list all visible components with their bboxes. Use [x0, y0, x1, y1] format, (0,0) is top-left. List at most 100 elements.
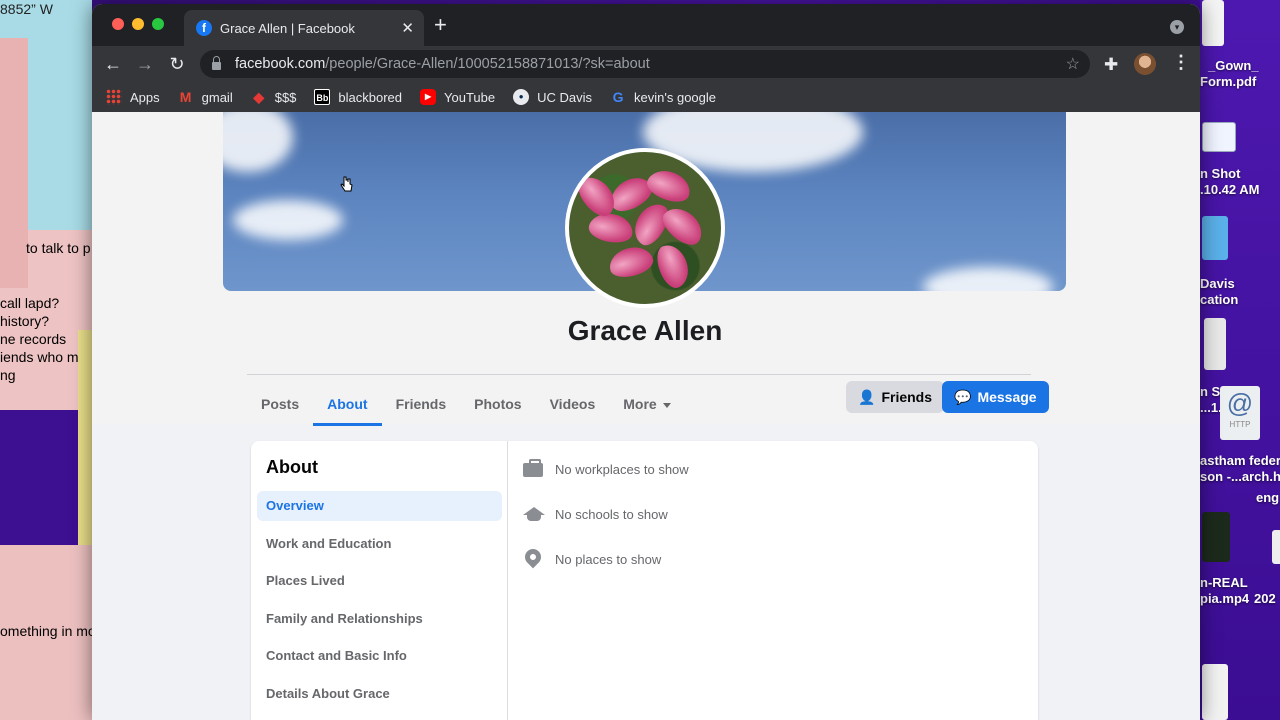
bookmark-youtube[interactable]: ▶ YouTube: [420, 89, 495, 105]
screenshot-icon[interactable]: [1202, 122, 1236, 152]
bookmark-apps[interactable]: Apps: [106, 89, 160, 105]
profile-tabs: Posts About Friends Photos Videos More: [247, 378, 685, 426]
tab-more-label: More: [623, 396, 657, 412]
note-line: ne records: [0, 331, 67, 347]
file-icon[interactable]: [1272, 530, 1280, 564]
about-menu-details[interactable]: Details About Grace: [257, 679, 502, 709]
tab-posts[interactable]: Posts: [247, 378, 313, 424]
bookmark-ucdavis[interactable]: ● UC Davis: [513, 89, 592, 105]
about-title: About: [266, 457, 318, 477]
tab-close-icon[interactable]: ✕: [401, 19, 414, 37]
bookmark-label: Apps: [130, 89, 160, 105]
extensions-puzzle-icon[interactable]: ✚: [1104, 55, 1118, 75]
hand-cursor-icon: [340, 176, 353, 192]
note-line: history?: [0, 313, 50, 329]
desktop-file-label: Davis: [1200, 276, 1235, 291]
forward-arrow-icon[interactable]: →: [134, 53, 156, 75]
bookmark-blackbored[interactable]: Bb blackbored: [314, 89, 402, 105]
bookmark-gmail[interactable]: Mgmail: [178, 89, 233, 105]
tab-bar: f Grace Allen | Facebook ✕ + ▾: [92, 4, 1200, 46]
bookmarks-bar: Apps Mgmail ◆ $$$ Bb blackbored ▶ YouTube ●…: [92, 82, 1200, 112]
tab-facebook[interactable]: f Grace Allen | Facebook ✕: [184, 10, 424, 46]
tab-friends[interactable]: Friends: [382, 378, 461, 424]
video-file-icon[interactable]: [1202, 512, 1230, 562]
profile-header: Grace Allen Posts About Friends Photos V…: [92, 112, 1200, 426]
profile-picture[interactable]: [565, 148, 725, 308]
reload-icon[interactable]: ↻: [166, 53, 188, 75]
about-card: About Overview Work and Education Places…: [251, 441, 1038, 720]
sticky-note-yellow: [78, 330, 92, 545]
image-file-icon[interactable]: [1204, 318, 1226, 370]
tab-photos[interactable]: Photos: [460, 378, 535, 424]
flower-petal: [652, 240, 694, 292]
cloud: [233, 200, 343, 240]
about-menu-family[interactable]: Family and Relationships: [257, 604, 502, 634]
address-bar[interactable]: facebook.com/people/Grace-Allen/10005215…: [200, 50, 1090, 78]
close-window-button[interactable]: [112, 18, 124, 30]
flower-petal: [606, 242, 656, 282]
note-line: to talk to p: [26, 240, 91, 256]
info-row-work: No workplaces to show: [522, 455, 689, 483]
note-line: call lapd?: [0, 295, 60, 311]
browser-toolbar: ← → ↻ facebook.com/people/Grace-Allen/10…: [92, 46, 1200, 82]
note-line: omething in mo: [0, 623, 96, 639]
desktop-file-label: n-REAL: [1200, 575, 1248, 590]
graduation-cap-icon: [522, 503, 545, 525]
bookmark-star-icon[interactable]: ☆: [1066, 54, 1080, 74]
info-text: No schools to show: [555, 506, 668, 522]
bookmark-google[interactable]: Gkevin's google: [610, 89, 716, 105]
profile-name: Grace Allen: [567, 315, 723, 346]
new-tab-button[interactable]: +: [434, 14, 447, 36]
info-row-places: No places to show: [521, 545, 689, 573]
cloud: [223, 112, 293, 172]
profile-avatar[interactable]: [1134, 53, 1156, 75]
document-icon[interactable]: [1202, 664, 1228, 720]
back-arrow-icon[interactable]: ←: [102, 53, 124, 75]
google-icon: G: [612, 89, 624, 105]
note-line: ng: [0, 367, 16, 383]
flower-petal: [643, 165, 695, 207]
apps-grid-icon: [106, 89, 122, 105]
url-host: facebook.com: [235, 56, 326, 72]
folder-icon[interactable]: [1202, 216, 1228, 260]
desktop-file-label: eng: [1256, 490, 1280, 505]
menu-kebab-icon[interactable]: ⋮: [1172, 52, 1190, 73]
file-icon[interactable]: [1202, 0, 1224, 46]
desktop-icons-column: _Gown_ Form.pdf n Shot .10.42 AM Davis c…: [1200, 0, 1280, 720]
tab-videos[interactable]: Videos: [536, 378, 610, 424]
about-menu-contact[interactable]: Contact and Basic Info: [257, 641, 502, 671]
message-button[interactable]: 💬 Message: [942, 381, 1049, 413]
caret-down-icon: [662, 402, 671, 408]
youtube-icon: ▶: [420, 89, 437, 105]
desktop-file-label: pia.mp4: [1200, 591, 1250, 606]
maximize-window-button[interactable]: [152, 18, 164, 30]
friends-button[interactable]: 👤 Friends: [846, 381, 945, 413]
facebook-page: Grace Allen Posts About Friends Photos V…: [92, 112, 1200, 720]
url-text[interactable]: facebook.com/people/Grace-Allen/10005215…: [235, 56, 650, 72]
desktop-gap: [0, 410, 78, 545]
about-menu-work-education[interactable]: Work and Education: [257, 529, 502, 559]
desktop-file-label: _Gown_: [1208, 58, 1259, 73]
minimize-window-button[interactable]: [132, 18, 144, 30]
about-menu-overview[interactable]: Overview: [257, 491, 502, 521]
tab-search-icon[interactable]: ▾: [1170, 20, 1184, 34]
desktop-file-label: astham feder: [1200, 453, 1280, 468]
person-check-icon: 👤: [858, 388, 876, 405]
note-line: iends who m: [0, 349, 79, 365]
location-pin-icon: [521, 545, 545, 570]
about-overview: No workplaces to show No schools to show…: [521, 455, 689, 590]
tab-title: Grace Allen | Facebook: [220, 20, 355, 36]
bookmark-label: YouTube: [444, 89, 496, 105]
about-menu-places-lived[interactable]: Places Lived: [257, 566, 502, 596]
bookmark-money[interactable]: ◆ $$$: [251, 89, 296, 105]
info-row-school: No schools to show: [522, 500, 689, 528]
tab-more[interactable]: More: [609, 378, 684, 424]
lock-icon: [212, 56, 221, 70]
tab-about[interactable]: About: [313, 378, 383, 426]
money-icon: ◆: [253, 89, 265, 105]
flower-petal: [586, 210, 636, 246]
sticky-note-pink-strip: [0, 38, 28, 288]
bookmark-label: gmail: [201, 89, 233, 105]
http-label: HTTP: [1229, 420, 1251, 429]
http-file-icon[interactable]: @ HTTP: [1220, 386, 1260, 440]
